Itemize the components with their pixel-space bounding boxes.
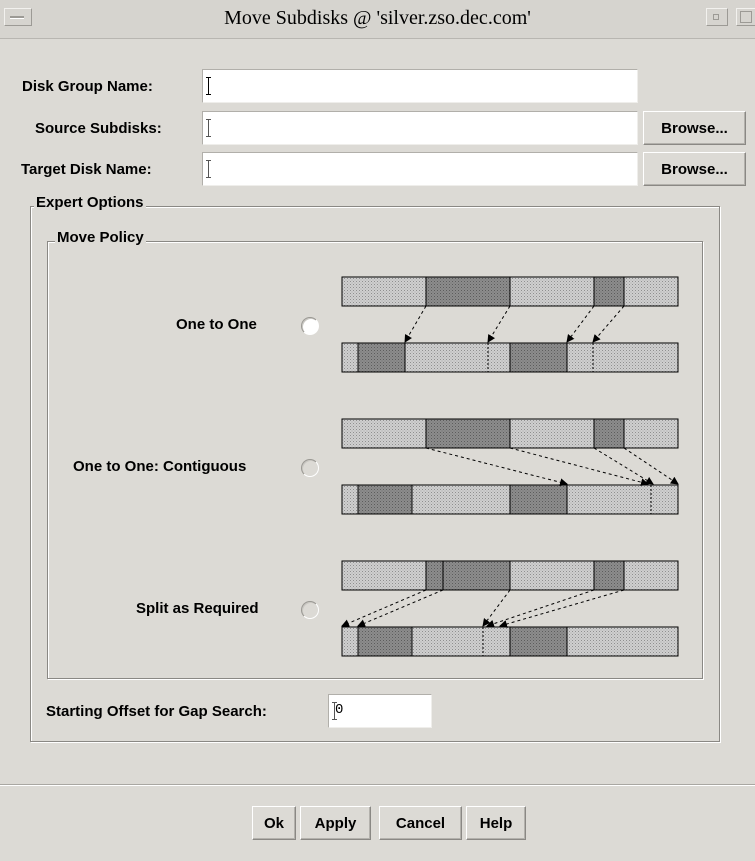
disk-group-label: Disk Group Name: (22, 78, 153, 95)
text-cursor-icon (206, 160, 211, 178)
apply-button[interactable]: Apply (300, 806, 371, 840)
disk-group-field[interactable] (202, 69, 638, 103)
source-subdisks-field[interactable] (202, 111, 638, 145)
minimize-icon[interactable] (706, 8, 728, 26)
text-cursor-icon (206, 77, 211, 95)
target-disk-field[interactable] (202, 152, 638, 186)
ok-button[interactable]: Ok (252, 806, 296, 840)
one-to-one-label: One to One (176, 316, 257, 333)
target-browse-button[interactable]: Browse... (643, 152, 746, 186)
title-bar: Move Subdisks @ 'silver.zso.dec.com' (0, 0, 755, 39)
expert-options-title: Expert Options (34, 194, 146, 211)
source-subdisks-label: Source Subdisks: (35, 120, 162, 137)
text-cursor-icon (206, 119, 211, 137)
window-title: Move Subdisks @ 'silver.zso.dec.com' (224, 7, 531, 29)
offset-field[interactable]: 0 (328, 694, 432, 728)
contiguous-diagram (341, 418, 679, 515)
button-separator (0, 784, 755, 786)
contiguous-label: One to One: Contiguous (73, 458, 247, 475)
split-label: Split as Required (136, 600, 259, 617)
contiguous-radio[interactable] (301, 459, 319, 477)
split-radio[interactable] (301, 601, 319, 619)
target-disk-label: Target Disk Name: (21, 161, 152, 178)
one-to-one-radio[interactable] (301, 317, 319, 335)
source-browse-button[interactable]: Browse... (643, 111, 746, 145)
cancel-button[interactable]: Cancel (379, 806, 462, 840)
offset-label: Starting Offset for Gap Search: (46, 703, 267, 720)
move-policy-title: Move Policy (55, 229, 146, 246)
maximize-icon[interactable] (736, 8, 755, 26)
help-button[interactable]: Help (466, 806, 526, 840)
one-to-one-diagram (341, 276, 679, 373)
split-diagram (341, 560, 679, 657)
